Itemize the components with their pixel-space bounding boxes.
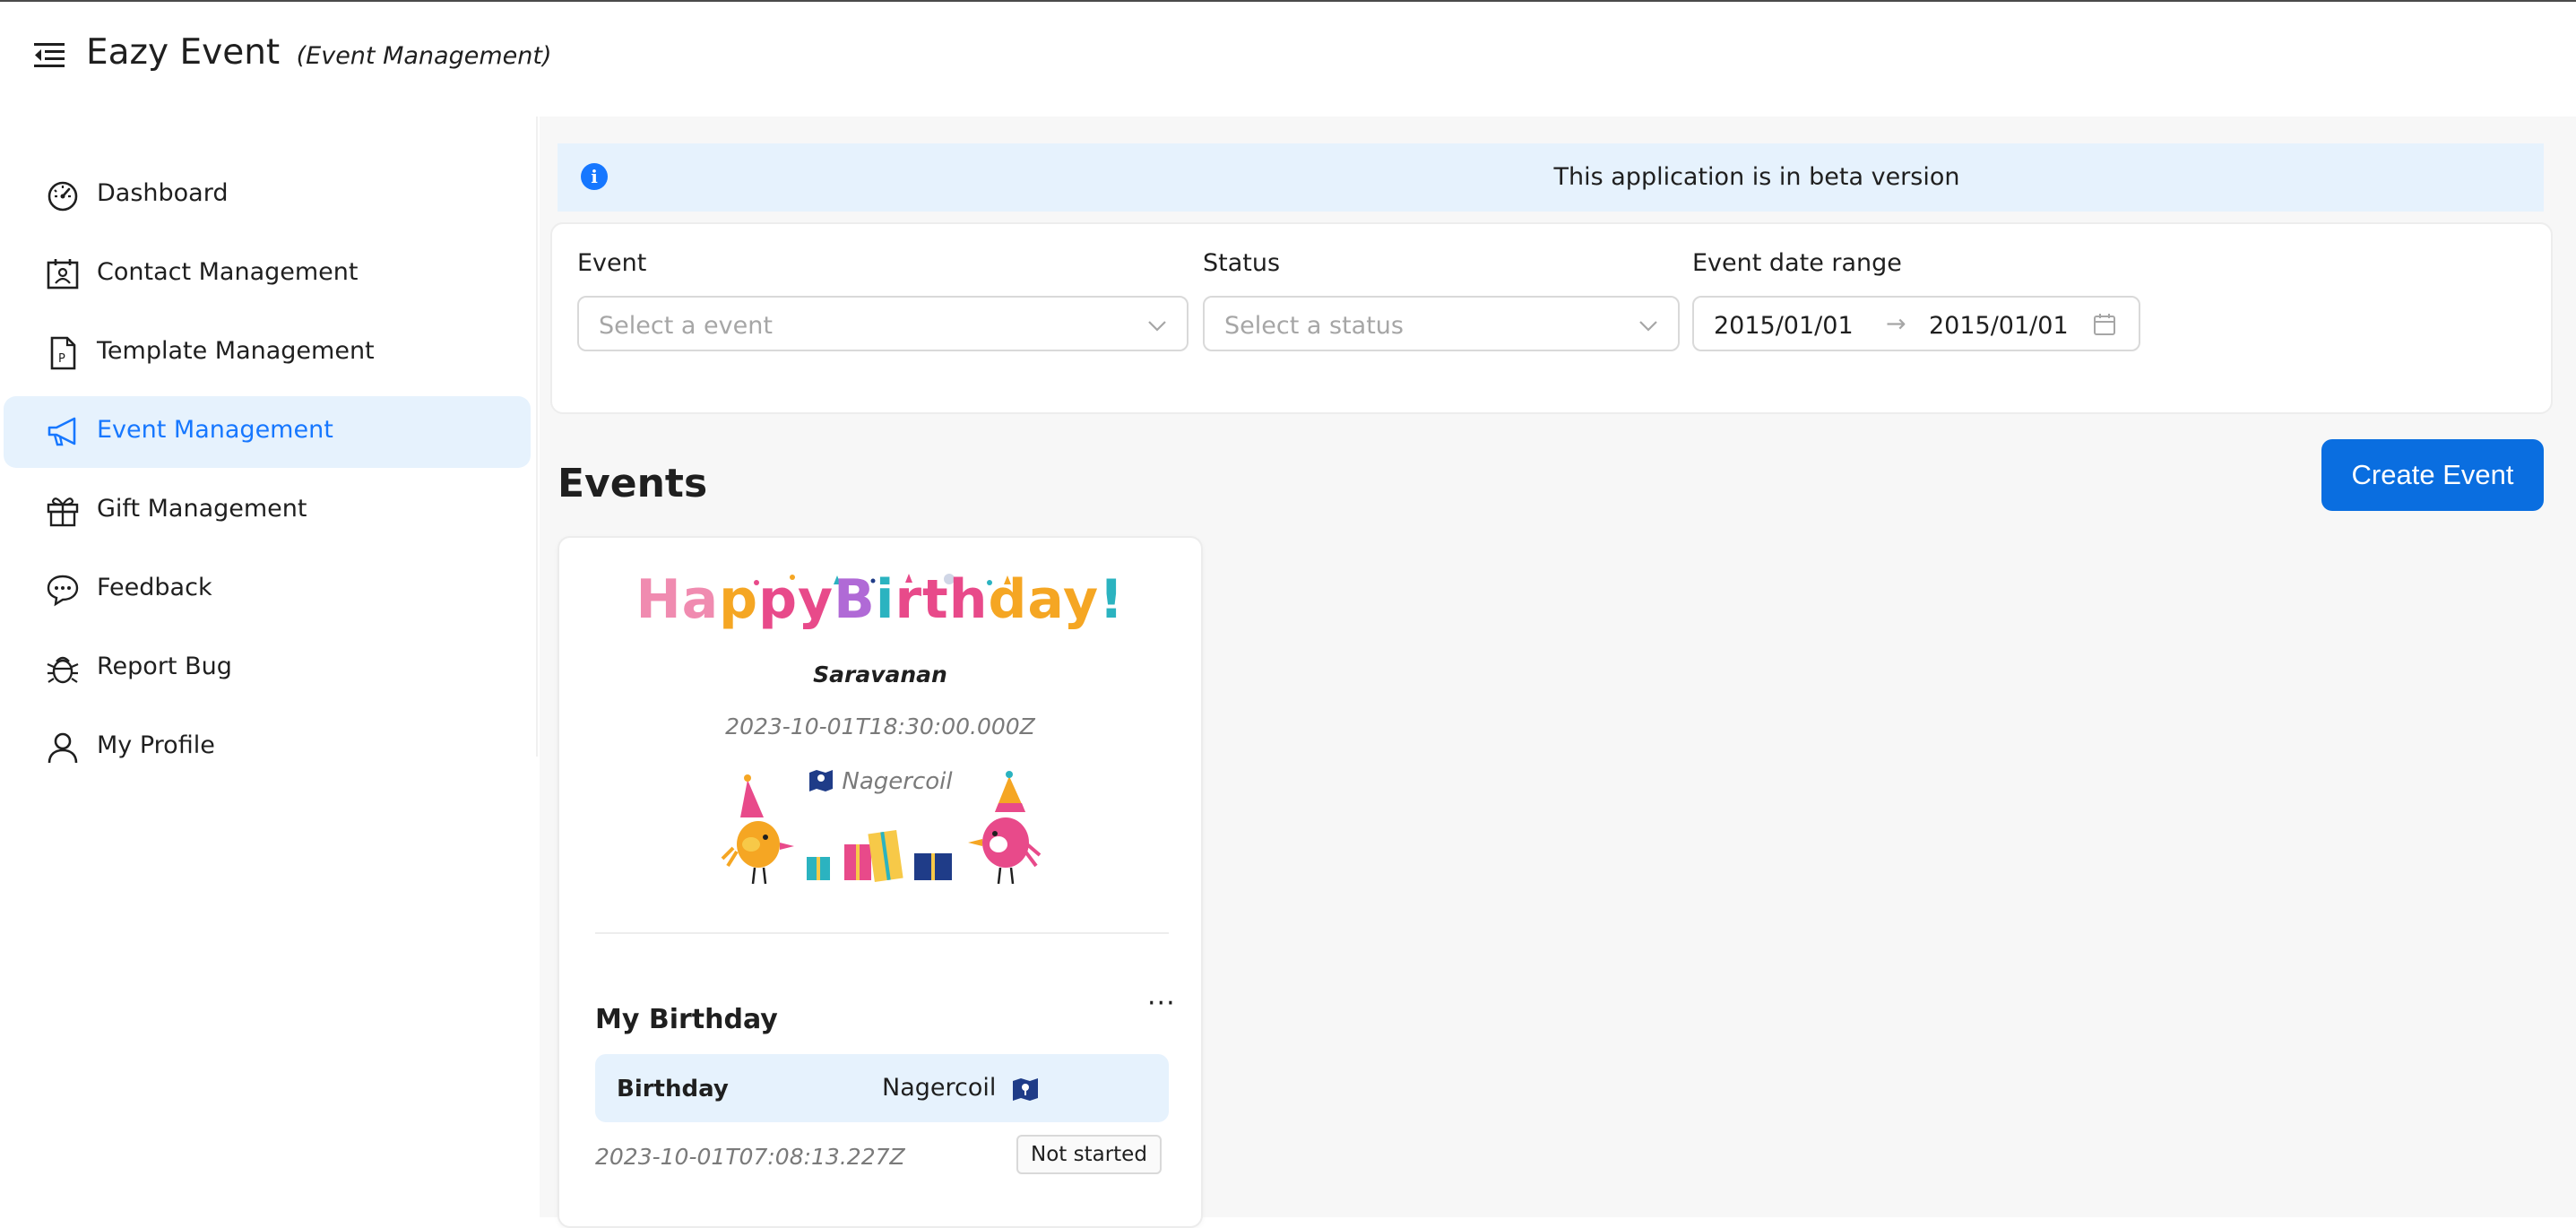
chevron-down-icon	[1148, 321, 1166, 332]
sidebar-item-gift-management[interactable]: Gift Management	[4, 475, 531, 547]
chat-bubbles-icon	[47, 575, 79, 607]
cover-date: 2023-10-01T18:30:00.000Z	[725, 713, 1035, 739]
cover-heading: Happy Birthday!	[635, 568, 1125, 631]
arrow-right-icon: →	[1886, 310, 1906, 338]
sidebar-item-feedback[interactable]: Feedback	[4, 554, 531, 626]
events-heading: Events	[558, 461, 708, 506]
filter-panel: Event Select a event Status Select a sta…	[550, 222, 2553, 414]
app-header: Eazy Event (Event Management)	[0, 2, 2576, 117]
create-event-button[interactable]: Create Event	[2321, 439, 2544, 511]
sidebar-item-contact-management[interactable]: Contact Management	[4, 238, 531, 310]
event-select-placeholder: Select a event	[599, 312, 773, 340]
sidebar-item-label: Template Management	[97, 337, 375, 365]
date-range-picker[interactable]: 2015/01/01 → 2015/01/01	[1692, 296, 2140, 351]
sidebar: Dashboard Contact Management P Template …	[0, 117, 538, 764]
sidebar-item-dashboard[interactable]: Dashboard	[4, 160, 531, 231]
status-select-placeholder: Select a status	[1224, 312, 1404, 340]
sidebar-item-my-profile[interactable]: My Profile	[4, 712, 531, 783]
megaphone-icon	[48, 417, 76, 446]
chevron-down-icon	[1639, 321, 1657, 332]
birthday-birds-illustration	[721, 771, 1042, 885]
map-icon[interactable]	[1011, 1076, 1040, 1103]
sidebar-item-event-management[interactable]: Event Management	[4, 396, 531, 468]
card-divider	[595, 932, 1169, 934]
date-range-start[interactable]: 2015/01/01	[1714, 312, 1854, 340]
alert-message: This application is in beta version	[1553, 163, 1960, 191]
app-subtitle: (Event Management)	[296, 42, 552, 70]
date-range-label: Event date range	[1692, 249, 1902, 277]
sidebar-item-label: Dashboard	[97, 179, 229, 207]
sidebar-item-label: Gift Management	[97, 495, 307, 523]
bug-icon	[47, 656, 79, 684]
main-content: i This application is in beta version Ev…	[540, 117, 2576, 1228]
event-card[interactable]: Happy Birthday! Saravanan 2023-10-01T18:…	[558, 536, 1203, 1228]
menu-fold-icon[interactable]	[32, 38, 68, 74]
calendar-icon	[2094, 314, 2115, 335]
event-type: Birthday	[617, 1076, 729, 1103]
more-options-icon[interactable]: ···	[1147, 988, 1176, 1019]
sidebar-item-template-management[interactable]: P Template Management	[4, 317, 531, 389]
app-title: Eazy Event (Event Management)	[86, 32, 551, 73]
gift-icon	[47, 497, 79, 527]
event-location: Nagercoil	[882, 1074, 997, 1102]
user-icon	[48, 732, 78, 764]
sidebar-item-report-bug[interactable]: Report Bug	[4, 633, 531, 705]
date-range-end[interactable]: 2015/01/01	[1929, 312, 2069, 340]
sidebar-item-label: Event Management	[97, 416, 333, 444]
event-cover-image: Happy Birthday! Saravanan 2023-10-01T18:…	[559, 538, 1201, 932]
event-info-band: Birthday Nagercoil	[595, 1054, 1169, 1122]
event-title: My Birthday	[595, 1004, 778, 1035]
cover-name: Saravanan	[813, 662, 947, 688]
event-created-at: 2023-10-01T07:08:13.227Z	[595, 1144, 905, 1170]
status-filter-label: Status	[1203, 249, 1281, 277]
sidebar-item-label: Contact Management	[97, 258, 359, 286]
event-filter-label: Event	[577, 249, 647, 277]
status-select[interactable]: Select a status	[1203, 296, 1680, 351]
app-name: Eazy Event	[86, 32, 281, 73]
sidebar-item-label: Feedback	[97, 574, 212, 601]
contact-card-icon	[47, 259, 79, 290]
sidebar-item-label: Report Bug	[97, 653, 232, 680]
template-file-icon: P	[50, 336, 76, 370]
status-badge: Not started	[1016, 1135, 1162, 1174]
beta-alert: i This application is in beta version	[558, 143, 2544, 212]
svg-text:P: P	[58, 352, 65, 366]
event-select[interactable]: Select a event	[577, 296, 1189, 351]
dashboard-icon	[48, 181, 78, 212]
sidebar-item-label: My Profile	[97, 731, 215, 759]
